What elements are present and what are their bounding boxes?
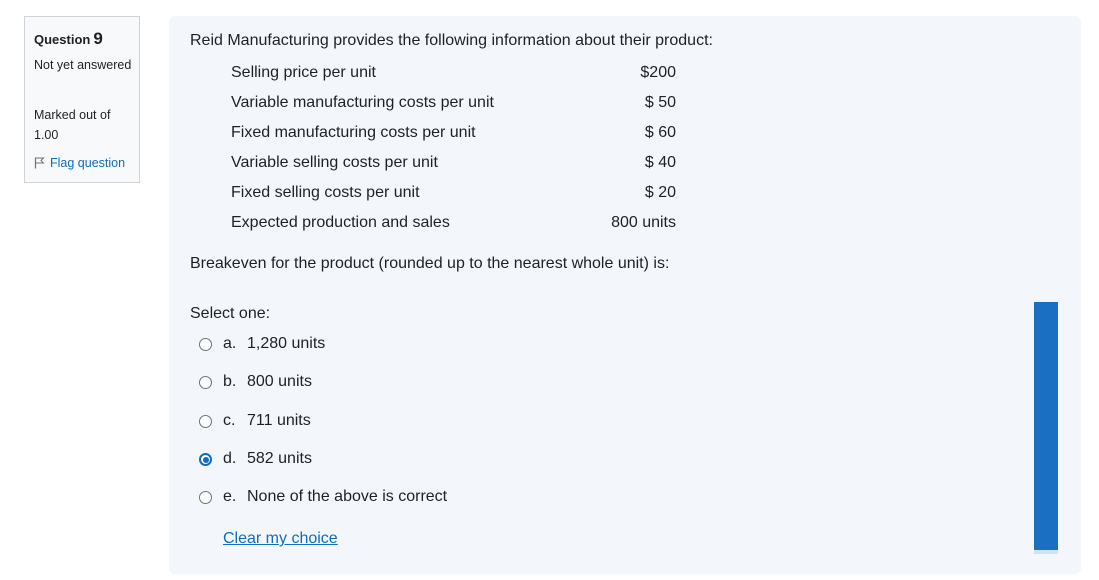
question-heading: Question 9 — [34, 29, 103, 49]
answer-text: 1,280 units — [247, 335, 326, 352]
radio-button[interactable] — [199, 375, 212, 389]
data-row: Variable manufacturing costs per unit $ … — [231, 88, 676, 118]
scrollbar-thumb[interactable] — [1034, 302, 1058, 550]
question-info-panel: Question 9 Not yet answered Marked out of… — [24, 16, 140, 183]
clear-choice-link[interactable]: Clear my choice — [223, 530, 338, 548]
radio-button[interactable] — [199, 337, 212, 351]
data-row: Selling price per unit $200 — [231, 58, 676, 88]
data-row-value: 800 units — [611, 214, 676, 231]
data-row-value: $ 20 — [644, 184, 676, 201]
answer-text: 711 units — [247, 412, 311, 429]
data-row-label: Fixed selling costs per unit — [231, 184, 420, 201]
answer-option-c[interactable]: c. 711 units — [199, 408, 311, 434]
radio-button-selected[interactable] — [199, 452, 212, 466]
select-one-label: Select one: — [190, 305, 271, 322]
data-row: Expected production and sales 800 units — [231, 208, 676, 238]
question-marks: Marked out of 1.00 — [34, 108, 111, 142]
data-row-label: Selling price per unit — [231, 64, 376, 81]
data-row-value: $ 60 — [644, 124, 676, 141]
answer-text: 800 units — [247, 373, 312, 390]
answer-option-e[interactable]: e. None of the above is correct — [199, 484, 447, 510]
answer-text: 582 units — [247, 450, 312, 467]
flag-question-link[interactable]: Flag question — [34, 156, 125, 170]
answer-letter: b. — [223, 373, 237, 390]
question-intro: Reid Manufacturing provides the followin… — [190, 32, 713, 49]
data-row-value: $ 40 — [644, 154, 676, 171]
data-row-label: Variable manufacturing costs per unit — [231, 94, 494, 111]
answer-letter: a. — [223, 335, 237, 352]
radio-button[interactable] — [199, 490, 212, 504]
answer-option-d[interactable]: d. 582 units — [199, 446, 312, 472]
data-row: Fixed selling costs per unit $ 20 — [231, 178, 676, 208]
question-number: 9 — [93, 29, 103, 48]
scrollbar[interactable] — [1034, 302, 1058, 554]
question-prompt: Breakeven for the product (rounded up to… — [190, 255, 670, 272]
radio-button[interactable] — [199, 414, 212, 428]
answer-text: None of the above is correct — [247, 488, 448, 505]
answer-letter: c. — [223, 412, 236, 429]
data-row-value: $ 50 — [644, 94, 676, 111]
data-row: Fixed manufacturing costs per unit $ 60 — [231, 118, 676, 148]
flag-question-label: Flag question — [50, 156, 126, 170]
question-content: Reid Manufacturing provides the followin… — [169, 16, 1081, 574]
question-label: Question — [34, 32, 91, 47]
question-status: Not yet answered — [34, 58, 132, 72]
data-row-label: Fixed manufacturing costs per unit — [231, 124, 476, 141]
data-row-label: Expected production and sales — [231, 214, 450, 231]
data-row: Variable selling costs per unit $ 40 — [231, 148, 676, 178]
answer-letter: d. — [223, 450, 237, 467]
answer-letter: e. — [223, 488, 237, 505]
data-row-label: Variable selling costs per unit — [231, 154, 438, 171]
answer-option-b[interactable]: b. 800 units — [199, 369, 312, 395]
data-row-value: $200 — [640, 64, 676, 81]
answer-option-a[interactable]: a. 1,280 units — [199, 331, 325, 357]
flag-icon — [34, 157, 45, 169]
